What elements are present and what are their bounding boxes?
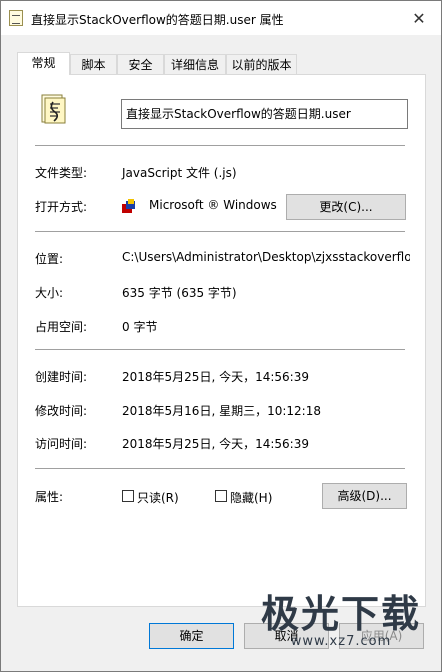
general-panel xyxy=(17,74,426,607)
properties-dialog: 直接显示StackOverflow的答题日期.user 属性 ✕ 常规 脚本 安… xyxy=(0,0,442,672)
tab-previous-versions[interactable]: 以前的版本 xyxy=(226,54,297,74)
size-label: 大小: xyxy=(35,286,64,300)
close-button[interactable]: ✕ xyxy=(407,9,431,29)
windows-script-host-icon xyxy=(122,199,135,213)
hidden-checkbox[interactable] xyxy=(215,490,227,502)
tab-details[interactable]: 详细信息 xyxy=(164,54,226,74)
disk-size-value: 0 字节 xyxy=(122,320,158,334)
ok-button[interactable]: 确定 xyxy=(149,623,234,649)
script-file-icon xyxy=(41,94,66,124)
separator xyxy=(35,231,405,232)
tab-security[interactable]: 安全 xyxy=(117,54,164,74)
created-label: 创建时间: xyxy=(35,370,88,384)
file-type-value: JavaScript 文件 (.js) xyxy=(122,166,237,180)
separator xyxy=(35,468,405,469)
script-file-icon xyxy=(9,10,23,26)
size-value: 635 字节 (635 字节) xyxy=(122,286,237,300)
file-type-label: 文件类型: xyxy=(35,166,88,180)
hidden-checkbox-label[interactable]: 隐藏(H) xyxy=(230,489,272,506)
tab-general[interactable]: 常规 xyxy=(17,52,70,75)
readonly-checkbox-label[interactable]: 只读(R) xyxy=(137,489,179,506)
location-label: 位置: xyxy=(35,252,64,266)
advanced-button[interactable]: 高级(D)... xyxy=(322,483,407,509)
file-name-field[interactable]: 直接显示StackOverflow的答题日期.user xyxy=(121,99,408,129)
opens-with-label: 打开方式: xyxy=(35,200,88,214)
created-value: 2018年5月25日, 今天，14:56:39 xyxy=(122,370,309,384)
accessed-value: 2018年5月25日, 今天，14:56:39 xyxy=(122,437,309,451)
modified-label: 修改时间: xyxy=(35,404,88,418)
apply-button[interactable]: 应用(A) xyxy=(339,623,424,649)
window-title: 直接显示StackOverflow的答题日期.user 属性 xyxy=(31,13,284,27)
modified-value: 2018年5月16日, 星期三，10:12:18 xyxy=(122,404,321,418)
separator xyxy=(35,349,405,350)
disk-size-label: 占用空间: xyxy=(35,320,88,334)
tab-script[interactable]: 脚本 xyxy=(70,54,117,74)
change-button[interactable]: 更改(C)... xyxy=(286,194,406,220)
title-bar: 直接显示StackOverflow的答题日期.user 属性 ✕ xyxy=(1,1,441,35)
opens-with-value: Microsoft ® Windows xyxy=(149,198,277,212)
readonly-checkbox[interactable] xyxy=(122,490,134,502)
location-value: C:\Users\Administrator\Desktop\zjxsstack… xyxy=(122,250,410,264)
attributes-label: 属性: xyxy=(35,490,64,504)
cancel-button[interactable]: 取消 xyxy=(244,623,329,649)
separator xyxy=(35,145,405,146)
accessed-label: 访问时间: xyxy=(35,437,88,451)
